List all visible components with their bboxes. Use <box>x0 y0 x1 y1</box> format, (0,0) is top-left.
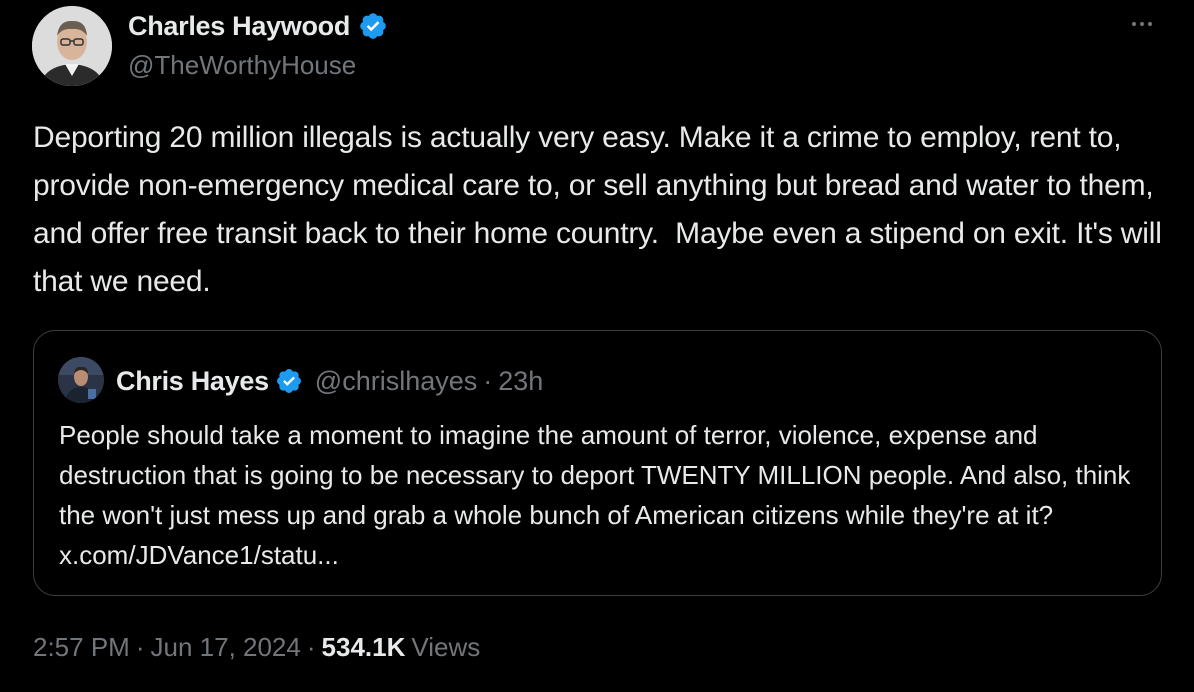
quoted-author-avatar[interactable] <box>58 357 104 403</box>
quoted-timestamp[interactable]: 23h <box>498 366 543 397</box>
author-handle[interactable]: @TheWorthyHouse <box>128 50 356 81</box>
verified-badge-icon[interactable] <box>358 11 388 41</box>
author-name[interactable]: Charles Haywood <box>128 11 350 42</box>
quoted-author-name[interactable]: Chris Hayes <box>116 366 269 397</box>
quoted-separator: · <box>483 365 493 396</box>
author-name-row: Charles Haywood <box>128 8 388 44</box>
tweet-time[interactable]: 2:57 PM <box>33 632 130 663</box>
tweet-date[interactable]: Jun 17, 2024 <box>151 632 301 663</box>
views-label: Views <box>411 632 481 662</box>
quoted-verified-badge-icon[interactable] <box>275 367 303 395</box>
quoted-header: Chris Hayes @chrislhayes · 23h <box>116 361 543 401</box>
quoted-tweet[interactable]: Chris Hayes @chrislhayes · 23h People sh… <box>33 330 1162 596</box>
quoted-tweet-text: People should take a moment to imagine t… <box>59 420 1131 570</box>
views-count: 534.1K <box>321 632 406 662</box>
footer-separator: · <box>306 632 316 662</box>
tweet-text: Deporting 20 million illegals is actuall… <box>33 121 1170 298</box>
author-avatar[interactable] <box>32 6 112 86</box>
more-options-icon[interactable] <box>1124 12 1160 36</box>
tweet-footer: 2:57 PM · Jun 17, 2024 · 534.1K Views <box>33 632 480 663</box>
quoted-author-handle[interactable]: @chrislhayes <box>315 366 477 397</box>
footer-separator: · <box>135 632 145 662</box>
